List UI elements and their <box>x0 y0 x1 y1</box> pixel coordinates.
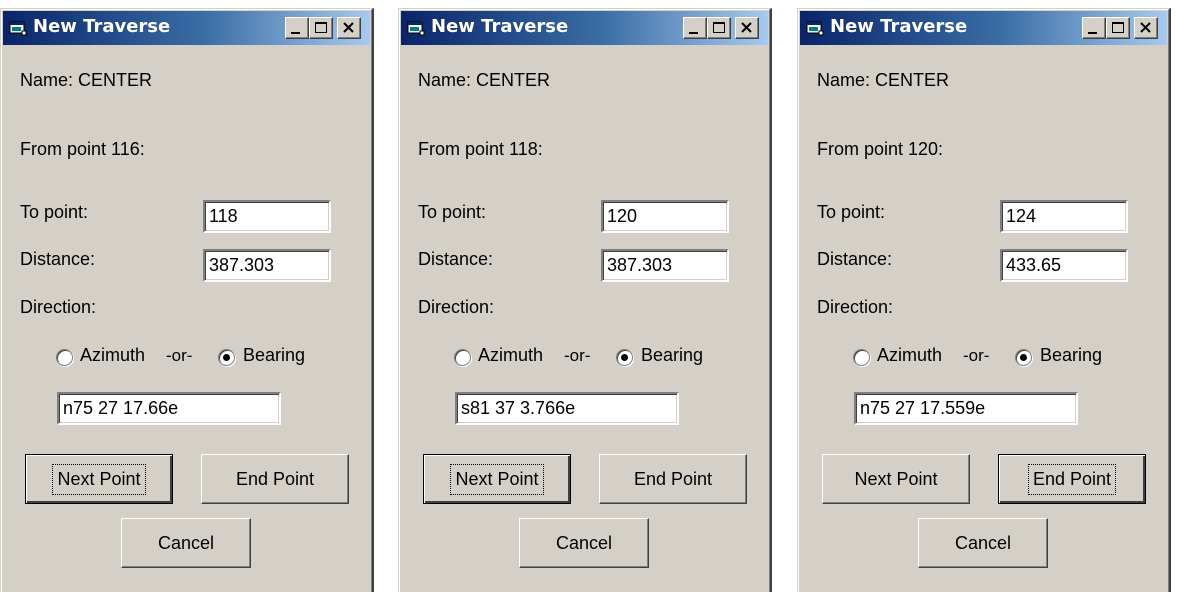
minimize-button[interactable] <box>683 17 707 39</box>
direction-input[interactable]: n75 27 17.559e <box>854 392 1078 425</box>
name-label: Name: CENTER <box>418 70 551 90</box>
distance-input[interactable]: 433.65 <box>1000 249 1128 282</box>
maximize-button[interactable] <box>309 17 333 39</box>
or-label: -or- <box>564 346 591 365</box>
cancel-button[interactable]: Cancel <box>519 518 649 568</box>
bearing-radio[interactable] <box>1015 349 1032 366</box>
name-label: Name: CENTER <box>817 70 950 90</box>
distance-input[interactable]: 387.303 <box>203 249 331 282</box>
azimuth-label[interactable]: Azimuth <box>80 345 145 366</box>
window-app-icon <box>9 21 27 36</box>
end-point-label: End Point <box>235 468 315 489</box>
to-point-label: To point: <box>817 202 886 222</box>
maximize-button[interactable] <box>707 17 731 39</box>
bearing-label[interactable]: Bearing <box>641 345 703 366</box>
end-point-button[interactable]: End Point <box>201 454 349 504</box>
close-icon <box>741 22 752 33</box>
close-button[interactable] <box>1134 17 1158 39</box>
end-point-button[interactable]: End Point <box>998 454 1146 504</box>
close-button[interactable] <box>735 17 759 39</box>
distance-input[interactable]: 387.303 <box>601 249 729 282</box>
window-title: New Traverse <box>33 16 171 37</box>
next-point-label: Next Point <box>52 463 146 495</box>
azimuth-label[interactable]: Azimuth <box>877 345 942 366</box>
from-point-label: From point 120: <box>817 139 944 159</box>
end-point-button[interactable]: End Point <box>599 454 747 504</box>
new-traverse-dialog: New Traverse Name: CENTER From point 118… <box>398 8 772 592</box>
cancel-button[interactable]: Cancel <box>918 518 1048 568</box>
or-label: -or- <box>166 346 193 365</box>
window-app-icon <box>407 21 425 36</box>
cancel-label: Cancel <box>555 532 613 553</box>
bearing-radio[interactable] <box>616 349 633 366</box>
close-icon <box>1140 22 1151 33</box>
from-point-label: From point 118: <box>418 139 543 159</box>
minimize-icon <box>1088 32 1097 34</box>
new-traverse-dialog: New Traverse Name: CENTER From point 116… <box>0 8 374 592</box>
direction-input[interactable]: n75 27 17.66e <box>57 392 281 425</box>
to-point-label: To point: <box>418 202 487 222</box>
end-point-label: End Point <box>1027 463 1117 495</box>
or-label: -or- <box>963 346 990 365</box>
maximize-button[interactable] <box>1106 17 1130 39</box>
title-bar[interactable]: New Traverse <box>3 11 370 45</box>
close-button[interactable] <box>337 17 361 39</box>
minimize-button[interactable] <box>285 17 309 39</box>
window-title: New Traverse <box>830 16 968 37</box>
from-point-label: From point 116: <box>20 139 145 159</box>
new-traverse-dialog: New Traverse Name: CENTER From point 120… <box>797 8 1171 592</box>
minimize-icon <box>291 32 300 34</box>
next-point-label: Next Point <box>854 468 938 489</box>
maximize-icon <box>315 22 327 33</box>
direction-label: Direction: <box>418 297 495 317</box>
next-point-label: Next Point <box>450 463 544 495</box>
direction-input[interactable]: s81 37 3.766e <box>455 392 679 425</box>
direction-label: Direction: <box>817 297 894 317</box>
cancel-button[interactable]: Cancel <box>121 518 251 568</box>
next-point-button[interactable]: Next Point <box>25 454 173 504</box>
azimuth-radio[interactable] <box>454 349 471 366</box>
next-point-button[interactable]: Next Point <box>822 454 970 504</box>
title-bar[interactable]: New Traverse <box>401 11 768 45</box>
distance-label: Distance: <box>817 249 893 269</box>
distance-label: Distance: <box>20 249 96 269</box>
bearing-label[interactable]: Bearing <box>1040 345 1102 366</box>
to-point-input[interactable]: 118 <box>203 200 331 233</box>
to-point-input[interactable]: 124 <box>1000 200 1128 233</box>
cancel-label: Cancel <box>157 532 215 553</box>
bearing-radio[interactable] <box>218 349 235 366</box>
name-label: Name: CENTER <box>20 70 153 90</box>
azimuth-radio[interactable] <box>853 349 870 366</box>
azimuth-label[interactable]: Azimuth <box>478 345 543 366</box>
window-app-icon <box>806 21 824 36</box>
maximize-icon <box>713 22 725 33</box>
maximize-icon <box>1112 22 1124 33</box>
cancel-label: Cancel <box>954 532 1012 553</box>
minimize-icon <box>689 32 698 34</box>
end-point-label: End Point <box>633 468 713 489</box>
distance-label: Distance: <box>418 249 494 269</box>
to-point-label: To point: <box>20 202 89 222</box>
window-title: New Traverse <box>431 16 569 37</box>
azimuth-radio[interactable] <box>56 349 73 366</box>
to-point-input[interactable]: 120 <box>601 200 729 233</box>
title-bar[interactable]: New Traverse <box>800 11 1167 45</box>
next-point-button[interactable]: Next Point <box>423 454 571 504</box>
minimize-button[interactable] <box>1082 17 1106 39</box>
bearing-label[interactable]: Bearing <box>243 345 305 366</box>
direction-label: Direction: <box>20 297 97 317</box>
close-icon <box>343 22 354 33</box>
